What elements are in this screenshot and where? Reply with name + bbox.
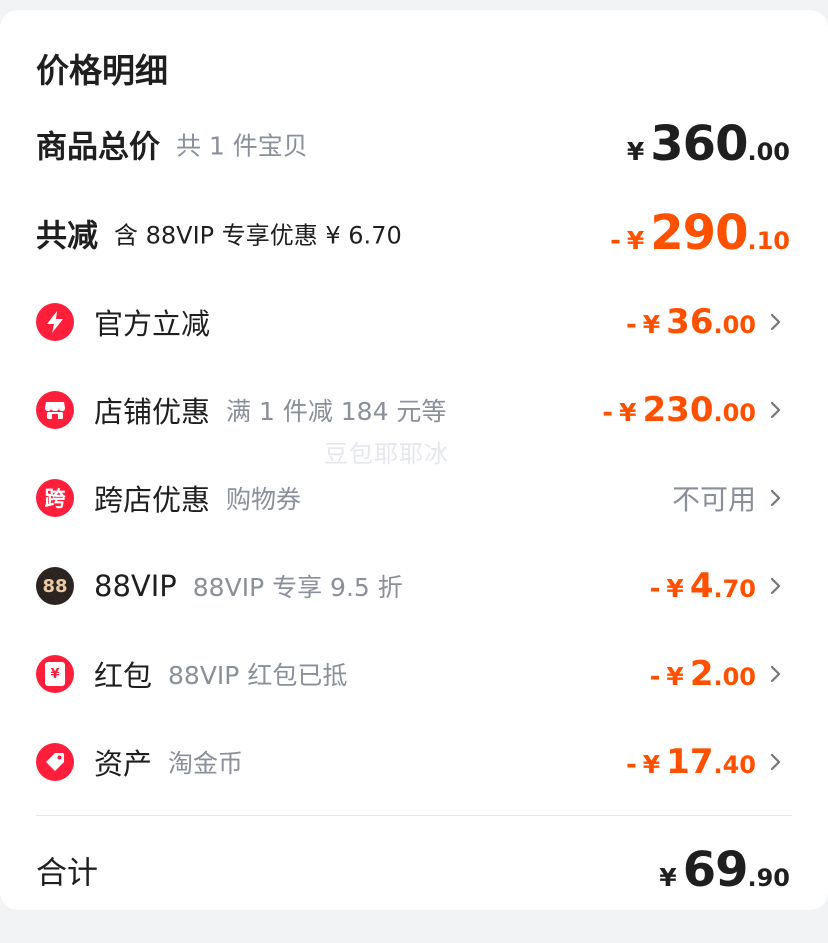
assets-label: 资产	[94, 747, 153, 781]
total-reduce-label: 共减	[36, 218, 98, 255]
price-detail-card: 价格明细 豆包耶耶冰 商品总价 共 1 件宝贝 ¥ 360 .00 共减 含 8…	[0, 10, 828, 910]
assets-row[interactable]: 资产 淘金币 - ¥ 17 .40	[36, 732, 790, 792]
official-discount-row[interactable]: 官方立减 - ¥ 36 .00	[36, 292, 790, 352]
red-packet-label: 红包	[94, 659, 153, 693]
page-title: 价格明细	[36, 51, 168, 90]
chevron-right-icon[interactable]	[766, 750, 786, 774]
cross-shop-discount-row[interactable]: 跨 跨店优惠 购物券 不可用	[36, 468, 790, 528]
shop-icon	[36, 391, 74, 429]
grand-total-amount: ¥ 69 .90	[659, 842, 790, 898]
chevron-right-icon[interactable]	[766, 662, 786, 686]
chevron-right-icon[interactable]	[766, 398, 786, 422]
red-packet-amount: - ¥ 2 .00	[649, 654, 756, 694]
cross-shop-note: 购物券	[226, 485, 302, 514]
shop-discount-amount: - ¥ 230 .00	[602, 390, 756, 430]
vip88-row[interactable]: 88 88VIP 88VIP 专享 9.5 折 - ¥ 4 .70	[36, 556, 790, 616]
goods-total-label: 商品总价	[36, 129, 160, 166]
cross-shop-label: 跨店优惠	[94, 483, 211, 517]
grand-total-label: 合计	[36, 855, 98, 892]
official-discount-label: 官方立减	[94, 307, 211, 341]
red-packet-row[interactable]: ¥ 红包 88VIP 红包已抵 - ¥ 2 .00	[36, 644, 790, 704]
chevron-right-icon[interactable]	[766, 574, 786, 598]
lightning-icon	[36, 303, 74, 341]
shop-discount-note: 满 1 件减 184 元等	[226, 397, 447, 426]
cross-shop-status: 不可用	[671, 483, 756, 516]
vip-discount-note: 含 88VIP 专享优惠 ¥ 6.70	[114, 221, 402, 250]
vip88-label: 88VIP	[94, 569, 177, 603]
grand-total-row: 合计 ¥ 69 .90	[36, 840, 790, 900]
red-packet-icon: ¥	[36, 655, 74, 693]
shop-discount-label: 店铺优惠	[94, 395, 211, 429]
goods-total-amount: ¥ 360 .00	[626, 116, 790, 172]
goods-count-label: 共 1 件宝贝	[176, 131, 308, 160]
chevron-right-icon[interactable]	[766, 486, 786, 510]
goods-total-row: 商品总价 共 1 件宝贝 ¥ 360 .00	[36, 114, 790, 174]
assets-amount: - ¥ 17 .40	[625, 742, 756, 782]
red-packet-note: 88VIP 红包已抵	[168, 661, 348, 690]
total-reduce-amount: - ¥ 290 .10	[610, 205, 790, 261]
total-reduce-row: 共减 含 88VIP 专享优惠 ¥ 6.70 - ¥ 290 .10	[36, 203, 790, 263]
official-discount-amount: - ¥ 36 .00	[625, 302, 756, 342]
vip88-note: 88VIP 专享 9.5 折	[192, 573, 403, 602]
kua-icon: 跨	[36, 479, 74, 517]
assets-note: 淘金币	[168, 749, 244, 778]
shop-discount-row[interactable]: 店铺优惠 满 1 件减 184 元等 - ¥ 230 .00	[36, 380, 790, 440]
vip88-icon: 88	[36, 567, 74, 605]
tag-icon	[36, 743, 74, 781]
vip88-amount: - ¥ 4 .70	[649, 566, 756, 606]
divider	[36, 815, 792, 816]
chevron-right-icon[interactable]	[766, 310, 786, 334]
